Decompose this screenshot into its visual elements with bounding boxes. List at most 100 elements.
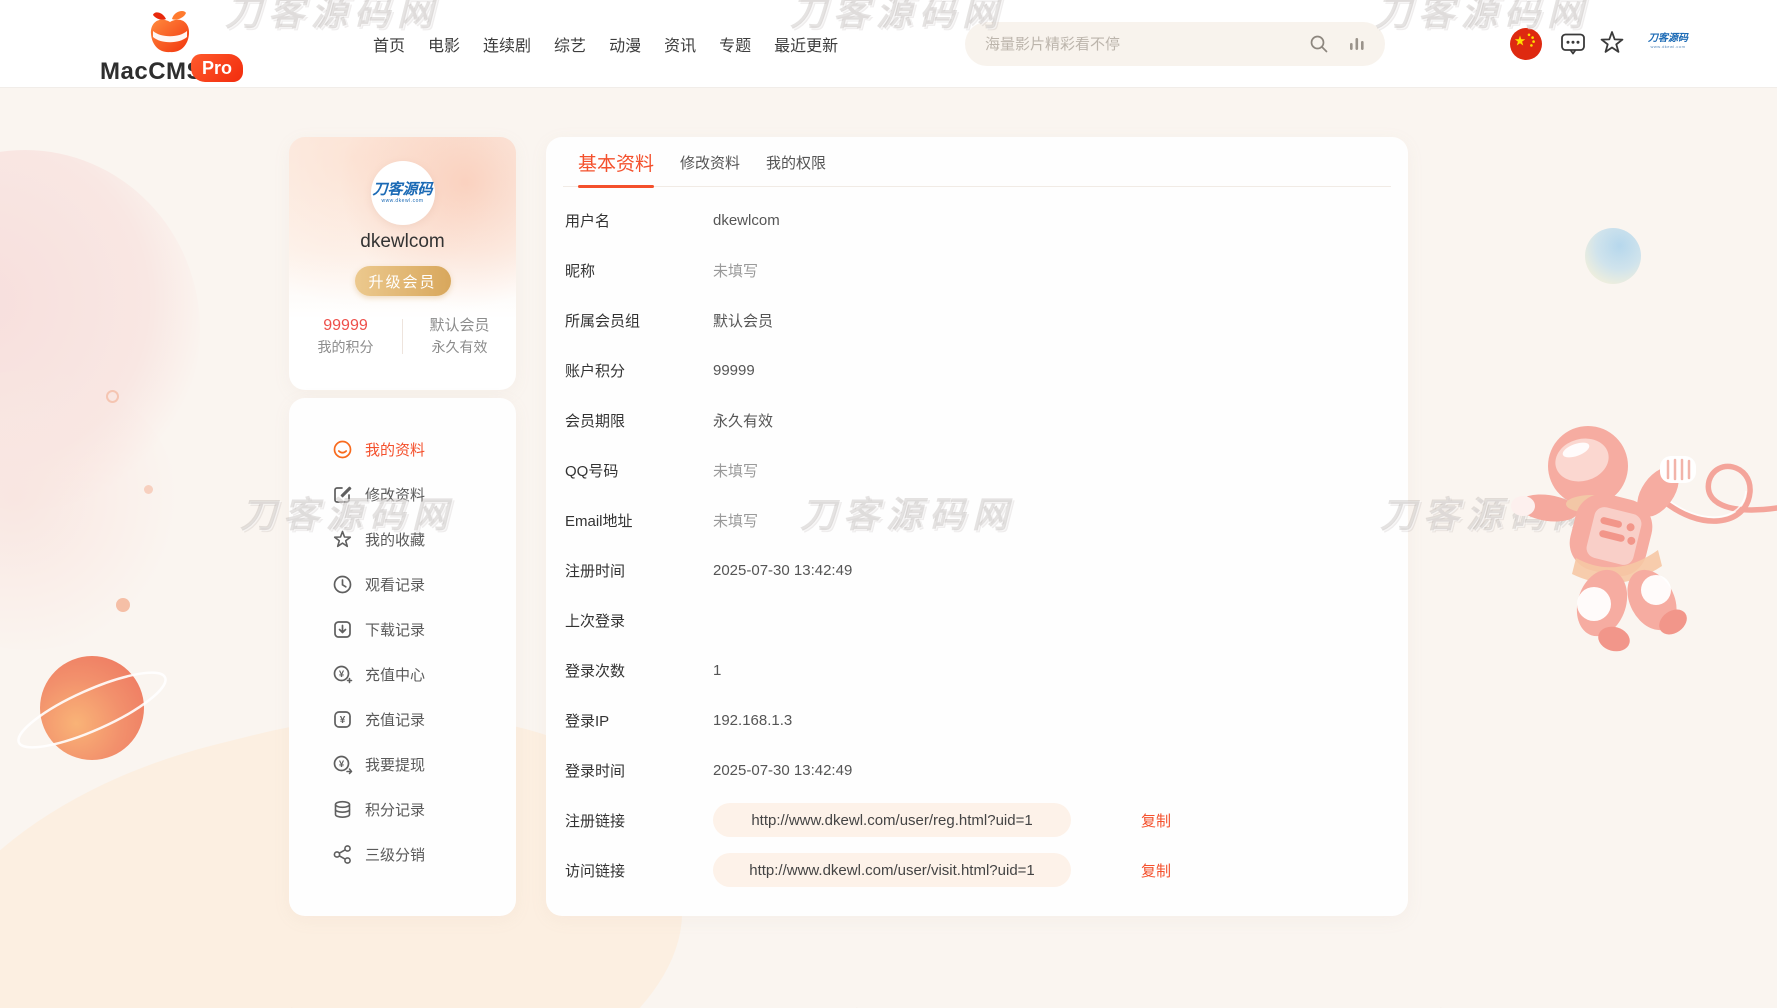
nav-item-recent-updates[interactable]: 最近更新 <box>774 32 838 56</box>
nav-item-variety[interactable]: 综艺 <box>554 32 586 56</box>
row-member-validity: 会员期限 永久有效 <box>565 395 1391 445</box>
row-value: 未填写 <box>713 260 758 281</box>
username: dkewlcom <box>289 231 516 253</box>
tab-basic-info[interactable]: 基本资料 <box>578 149 654 186</box>
brand-logo[interactable]: MacCMS Pro <box>100 4 250 86</box>
sidebar-item-label: 我的收藏 <box>365 529 425 550</box>
points-value: 99999 <box>289 315 402 337</box>
svg-text:¥: ¥ <box>339 759 345 770</box>
copy-register-link-button[interactable]: 复制 <box>1141 810 1171 831</box>
copy-visit-link-button[interactable]: 复制 <box>1141 860 1171 881</box>
top-navbar: MacCMS Pro 首页 电影 连续剧 综艺 动漫 资讯 专题 最近更新 <box>0 0 1777 88</box>
astronaut-illustration <box>1510 418 1777 668</box>
message-icon[interactable] <box>1559 30 1587 58</box>
row-register-time: 注册时间 2025-07-30 13:42:49 <box>565 545 1391 595</box>
site-logo-subtext: www.dkewl.com <box>1645 44 1691 49</box>
search-input[interactable] <box>965 22 1295 66</box>
row-value: 未填写 <box>713 460 758 481</box>
page: 刀客源码网 刀客源码网 刀客源码网 刀客源码网 刀客源码网 刀客源码网 刀客源码… <box>0 0 1777 1008</box>
sidebar-item-distribution[interactable]: 三级分销 <box>289 832 516 877</box>
register-link-field[interactable]: http://www.dkewl.com/user/reg.html?uid=1 <box>713 803 1071 837</box>
watermark: 刀客源码网 <box>1372 998 1587 1008</box>
points-label: 我的积分 <box>289 337 402 358</box>
row-label: 上次登录 <box>565 610 713 631</box>
favorite-star-icon[interactable] <box>1598 29 1626 57</box>
search-icon[interactable] <box>1309 34 1329 54</box>
row-value: 2025-07-30 13:42:49 <box>713 562 852 579</box>
row-label: 注册链接 <box>565 810 713 831</box>
search-bar <box>965 22 1385 66</box>
sidebar-item-label: 我的资料 <box>365 439 425 460</box>
smiley-face-icon <box>332 439 353 460</box>
site-logo: 刀客源码 www.dkewl.com <box>1645 33 1691 49</box>
membership-stat: 默认会员 永久有效 <box>403 315 516 358</box>
row-qq-number: QQ号码 未填写 <box>565 445 1391 495</box>
yen-square-icon: ¥ <box>332 709 353 730</box>
sidebar-item-label: 修改资料 <box>365 484 425 505</box>
sidebar-menu: 我的资料 修改资料 我的收藏 观看记录 <box>289 398 516 916</box>
row-label: 账户积分 <box>565 360 713 381</box>
points-stat: 99999 我的积分 <box>289 315 402 358</box>
recharge-yen-plus-icon: ¥ <box>332 664 353 685</box>
site-logo-text: 刀客源码 <box>1645 33 1691 44</box>
row-value: 1 <box>713 662 721 679</box>
row-label: 登录IP <box>565 710 713 731</box>
sidebar-item-label: 积分记录 <box>365 799 425 820</box>
svg-text:¥: ¥ <box>339 669 345 680</box>
row-label: Email地址 <box>565 510 713 531</box>
avatar: 刀客源码 www.dkewl.com <box>371 161 435 225</box>
sidebar-item-points-history[interactable]: 积分记录 <box>289 787 516 832</box>
nav-item-news[interactable]: 资讯 <box>664 32 696 56</box>
sidebar-item-my-profile[interactable]: 我的资料 <box>289 427 516 472</box>
ranking-chart-icon[interactable] <box>1348 35 1366 53</box>
profile-rows: 用户名 dkewlcom 昵称 未填写 所属会员组 默认会员 账户积分 9999… <box>565 195 1391 895</box>
brand-pro-badge: Pro <box>191 54 243 82</box>
nav-item-topics[interactable]: 专题 <box>719 32 751 56</box>
row-value: 99999 <box>713 362 755 379</box>
nav-item-movies[interactable]: 电影 <box>428 32 460 56</box>
sidebar-item-my-favorites[interactable]: 我的收藏 <box>289 517 516 562</box>
avatar-logo-text: 刀客源码 <box>372 182 432 198</box>
sidebar-item-download-history[interactable]: 下载记录 <box>289 607 516 652</box>
share-nodes-icon <box>332 844 353 865</box>
profile-tabs: 基本资料 修改资料 我的权限 <box>563 137 1391 187</box>
china-flag-icon[interactable] <box>1510 28 1542 60</box>
sidebar-item-recharge-center[interactable]: ¥ 充值中心 <box>289 652 516 697</box>
row-login-ip: 登录IP 192.168.1.3 <box>565 695 1391 745</box>
visit-link-field[interactable]: http://www.dkewl.com/user/visit.html?uid… <box>713 853 1071 887</box>
row-email: Email地址 未填写 <box>565 495 1391 545</box>
withdraw-yen-icon: ¥ <box>332 754 353 775</box>
upgrade-member-button[interactable]: 升级会员 <box>355 266 451 296</box>
sidebar-item-watch-history[interactable]: 观看记录 <box>289 562 516 607</box>
member-validity-value: 永久有效 <box>403 337 516 358</box>
sidebar-item-label: 三级分销 <box>365 844 425 865</box>
sidebar-item-withdraw[interactable]: ¥ 我要提现 <box>289 742 516 787</box>
nav-item-home[interactable]: 首页 <box>373 32 405 56</box>
row-label: 昵称 <box>565 260 713 281</box>
sidebar-item-label: 充值中心 <box>365 664 425 685</box>
row-member-group: 所属会员组 默认会员 <box>565 295 1391 345</box>
profile-detail-panel: 基本资料 修改资料 我的权限 用户名 dkewlcom 昵称 未填写 所属会员组… <box>546 137 1408 916</box>
row-label: 用户名 <box>565 210 713 231</box>
tab-my-permissions[interactable]: 我的权限 <box>766 152 826 186</box>
sidebar-item-edit-profile[interactable]: 修改资料 <box>289 472 516 517</box>
blue-sphere-decoration <box>1585 228 1641 284</box>
row-label: 登录次数 <box>565 660 713 681</box>
star-icon <box>332 529 353 550</box>
row-value: 2025-07-30 13:42:49 <box>713 762 852 779</box>
row-register-link: 注册链接 http://www.dkewl.com/user/reg.html?… <box>565 795 1391 845</box>
tab-edit-info[interactable]: 修改资料 <box>680 152 740 186</box>
profile-stats: 99999 我的积分 默认会员 永久有效 <box>289 315 516 358</box>
row-label: 注册时间 <box>565 560 713 581</box>
member-group-value: 默认会员 <box>403 315 516 337</box>
row-nickname: 昵称 未填写 <box>565 245 1391 295</box>
row-label: 所属会员组 <box>565 310 713 331</box>
sidebar-item-recharge-history[interactable]: ¥ 充值记录 <box>289 697 516 742</box>
apple-logo-icon <box>146 8 194 56</box>
sidebar-item-label: 我要提现 <box>365 754 425 775</box>
profile-card: 刀客源码 www.dkewl.com dkewlcom 升级会员 99999 我… <box>289 137 516 390</box>
svg-text:¥: ¥ <box>340 715 346 726</box>
nav-item-anime[interactable]: 动漫 <box>609 32 641 56</box>
database-icon <box>332 799 353 820</box>
nav-item-series[interactable]: 连续剧 <box>483 32 531 56</box>
